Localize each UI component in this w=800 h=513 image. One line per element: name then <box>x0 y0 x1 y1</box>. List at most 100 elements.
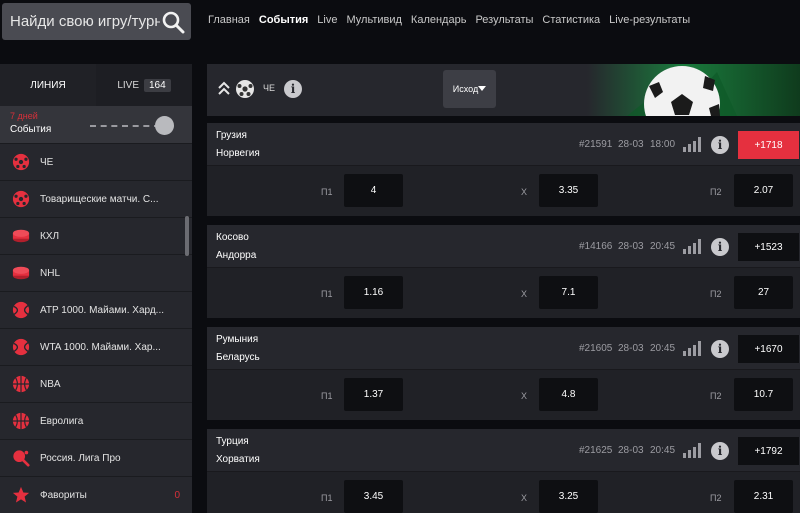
league-info-icon[interactable]: i <box>284 80 302 98</box>
match-id: #14166 <box>579 241 613 252</box>
page: Главная События Live Мультивид Календарь… <box>0 0 800 513</box>
match-time: 20:45 <box>650 445 676 456</box>
football-banner-image <box>587 64 800 116</box>
table-tennis-icon <box>12 449 30 467</box>
stats-bars-icon[interactable] <box>683 443 701 463</box>
tab-live[interactable]: LIVE 164 <box>96 64 192 106</box>
search-icon[interactable] <box>161 10 185 34</box>
nav-item-multiview[interactable]: Мультивид <box>346 14 401 26</box>
stats-bars-icon[interactable] <box>683 137 701 157</box>
events-panel: ЧЕ i Исход Грузия Норвегия #21591 28-03 … <box>207 64 800 513</box>
match-header-row: Румыния Беларусь #21605 28-03 20:45 i +1670 <box>207 327 800 369</box>
hockey-puck-icon <box>12 227 30 245</box>
top-bar: Главная События Live Мультивид Календарь… <box>0 0 800 58</box>
more-markets-button[interactable]: +1670 <box>738 335 799 363</box>
sidebar-item[interactable]: Товарищеские матчи. С... <box>0 181 192 218</box>
match-list: Грузия Норвегия #21591 28-03 18:00 i +1718 П1 4 X… <box>207 123 800 513</box>
sidebar-scrollbar[interactable] <box>185 216 189 256</box>
sidebar-item[interactable]: NHL <box>0 255 192 292</box>
sidebar-item-label: WTA 1000. Майами. Хар... <box>40 341 161 353</box>
home-team: Грузия <box>216 130 247 141</box>
favorites-count: 0 <box>174 489 180 501</box>
sidebar-item-label: NHL <box>40 267 61 279</box>
odds-row: П1 1.37 X 4.8 П2 10.7 <box>207 369 800 420</box>
sidebar-item-label: ЧЕ <box>40 156 54 168</box>
basketball-icon <box>12 412 30 430</box>
match-info-icon[interactable]: i <box>711 442 729 460</box>
sidebar-item[interactable]: NBA <box>0 366 192 403</box>
match-time: 20:45 <box>650 241 676 252</box>
p2-odd-button[interactable]: 2.07 <box>734 174 793 207</box>
tab-line-label: ЛИНИЯ <box>30 79 66 91</box>
search-input[interactable] <box>10 13 160 30</box>
tab-line[interactable]: ЛИНИЯ <box>0 64 96 106</box>
draw-odd-button[interactable]: 7.1 <box>539 276 598 309</box>
sidebar-item-label: ATP 1000. Майами. Хард... <box>40 304 165 316</box>
collapse-chevrons-icon[interactable] <box>217 81 231 97</box>
p1-odd-button[interactable]: 1.37 <box>344 378 403 411</box>
more-markets-button[interactable]: +1792 <box>738 437 799 465</box>
sidebar-item[interactable]: КХЛ <box>0 218 192 255</box>
draw-label: X <box>521 391 528 401</box>
sidebar-item[interactable]: Евролига <box>0 403 192 440</box>
nav-item-live-results[interactable]: Live-результаты <box>609 14 690 26</box>
sidebar-item-label: Евролига <box>40 415 84 427</box>
p1-odd-button[interactable]: 4 <box>344 174 403 207</box>
stats-bars-icon[interactable] <box>683 341 701 361</box>
sport-list: ЧЕ Товарищеские матчи. С... КХЛ NHL ATP 1000… <box>0 144 192 513</box>
p1-odd-button[interactable]: 1.16 <box>344 276 403 309</box>
stats-bars-icon[interactable] <box>683 239 701 259</box>
sidebar-item[interactable]: WTA 1000. Майами. Хар... <box>0 329 192 366</box>
match-date: 28-03 <box>618 445 644 456</box>
p2-label: П2 <box>710 493 722 503</box>
p2-odd-button[interactable]: 27 <box>734 276 793 309</box>
p1-label: П1 <box>321 187 333 197</box>
live-count-badge: 164 <box>144 78 171 92</box>
sidebar-item[interactable]: Россия. Лига Про <box>0 440 192 477</box>
p2-odd-button[interactable]: 10.7 <box>734 378 793 411</box>
p2-odd-button[interactable]: 2.31 <box>734 480 793 513</box>
draw-odd-button[interactable]: 3.25 <box>539 480 598 513</box>
period-slider-handle[interactable] <box>155 116 174 135</box>
star-icon <box>12 486 30 504</box>
match-time: 20:45 <box>650 343 676 354</box>
sidebar-item[interactable]: Фавориты 0 <box>0 477 192 513</box>
match-date: 28-03 <box>618 139 644 150</box>
football-icon <box>236 80 254 98</box>
more-markets-button[interactable]: +1718 <box>738 131 799 159</box>
sidebar-item-label: NBA <box>40 378 61 390</box>
match-date: 28-03 <box>618 343 644 354</box>
nav-item-home[interactable]: Главная <box>208 14 250 26</box>
home-team: Румыния <box>216 334 259 345</box>
draw-label: X <box>521 187 528 197</box>
p1-odd-button[interactable]: 3.45 <box>344 480 403 513</box>
draw-label: X <box>521 493 528 503</box>
match-card: Грузия Норвегия #21591 28-03 18:00 i +1718 П1 4 X… <box>207 123 800 216</box>
match-id: #21625 <box>579 445 613 456</box>
match-info-icon[interactable]: i <box>711 136 729 154</box>
nav-item-statistics[interactable]: Статистика <box>542 14 600 26</box>
events-label: События <box>10 124 52 135</box>
period-slider-track[interactable] <box>90 125 160 127</box>
tennis-ball-icon <box>12 338 30 356</box>
nav-item-events[interactable]: События <box>259 14 308 26</box>
sidebar-item[interactable]: ATP 1000. Майами. Хард... <box>0 292 192 329</box>
more-markets-button[interactable]: +1523 <box>738 233 799 261</box>
sidebar-item[interactable]: ЧЕ <box>0 144 192 181</box>
away-team: Норвегия <box>216 148 260 159</box>
draw-odd-button[interactable]: 3.35 <box>539 174 598 207</box>
match-info-icon[interactable]: i <box>711 238 729 256</box>
draw-odd-button[interactable]: 4.8 <box>539 378 598 411</box>
nav-item-live[interactable]: Live <box>317 14 337 26</box>
p2-label: П2 <box>710 391 722 401</box>
nav-item-results[interactable]: Результаты <box>475 14 533 26</box>
match-date: 28-03 <box>618 241 644 252</box>
sidebar-item-label: КХЛ <box>40 230 60 242</box>
draw-label: X <box>521 289 528 299</box>
match-card: Косово Андорра #14166 28-03 20:45 i +1523 П1 1.1… <box>207 225 800 318</box>
nav-item-calendar[interactable]: Календарь <box>411 14 467 26</box>
match-info-icon[interactable]: i <box>711 340 729 358</box>
outcome-dropdown[interactable]: Исход <box>443 70 496 108</box>
search-box[interactable] <box>2 3 191 40</box>
chevron-down-icon <box>478 86 487 91</box>
